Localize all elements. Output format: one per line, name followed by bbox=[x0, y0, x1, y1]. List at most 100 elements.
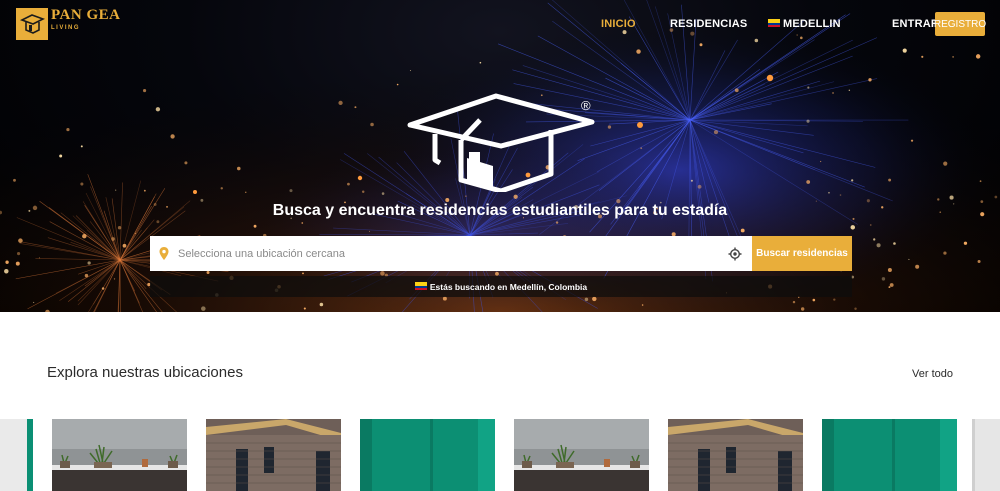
city-light bbox=[888, 286, 891, 289]
search-location-notice: Estás buscando en Medellín, Colombia bbox=[150, 276, 852, 297]
location-card-image bbox=[206, 419, 341, 491]
city-light bbox=[33, 301, 35, 303]
city-light bbox=[697, 184, 702, 189]
search-bar bbox=[150, 236, 752, 271]
city-light bbox=[184, 161, 188, 165]
location-card[interactable] bbox=[514, 419, 649, 491]
city-light bbox=[479, 61, 482, 64]
brand-name: PAN GEA bbox=[51, 7, 121, 23]
city-light bbox=[937, 198, 940, 201]
city-light bbox=[806, 119, 810, 123]
view-all-link[interactable]: Ver todo bbox=[912, 368, 953, 380]
location-card[interactable] bbox=[668, 419, 803, 491]
city-light bbox=[245, 191, 247, 193]
city-light bbox=[881, 277, 886, 281]
city-light bbox=[155, 107, 161, 112]
location-pin-icon bbox=[159, 247, 169, 260]
city-light bbox=[338, 100, 343, 105]
location-card-partial-left[interactable] bbox=[0, 419, 33, 491]
location-card[interactable] bbox=[822, 419, 957, 491]
firework-glow bbox=[193, 190, 197, 194]
city-light bbox=[994, 195, 998, 199]
city-light bbox=[82, 234, 87, 239]
city-light bbox=[303, 307, 306, 310]
city-light bbox=[888, 178, 892, 182]
firework-glow bbox=[637, 122, 643, 128]
login-link[interactable]: ENTRAR bbox=[892, 18, 939, 30]
nav-city-selector[interactable]: MEDELLIN bbox=[768, 18, 841, 30]
city-light bbox=[111, 237, 115, 241]
city-light bbox=[832, 91, 834, 94]
city-light bbox=[5, 260, 9, 264]
city-light bbox=[66, 127, 70, 132]
city-light bbox=[370, 122, 374, 127]
city-light bbox=[38, 257, 40, 259]
city-light bbox=[792, 300, 796, 304]
location-card-image bbox=[668, 419, 803, 491]
hero-headline: Busca y encuentra residencias estudianti… bbox=[272, 202, 728, 219]
city-light bbox=[828, 191, 830, 194]
search-residences-button[interactable]: Buscar residencias bbox=[752, 236, 852, 271]
city-light bbox=[143, 89, 147, 93]
location-card-image bbox=[52, 419, 187, 491]
city-light bbox=[170, 134, 175, 139]
city-light bbox=[206, 271, 210, 275]
city-light bbox=[289, 189, 293, 193]
city-light bbox=[13, 178, 16, 182]
city-light bbox=[640, 147, 643, 150]
city-light bbox=[87, 261, 91, 265]
location-search-input[interactable] bbox=[178, 236, 718, 271]
city-light bbox=[80, 182, 84, 186]
location-card-image bbox=[360, 419, 495, 491]
city-light bbox=[301, 222, 304, 224]
city-light bbox=[979, 180, 982, 183]
city-light bbox=[873, 238, 876, 241]
location-card[interactable] bbox=[206, 419, 341, 491]
city-light bbox=[636, 49, 641, 54]
firework-glow bbox=[357, 175, 363, 181]
city-light bbox=[910, 139, 914, 142]
city-light bbox=[236, 166, 241, 171]
location-card[interactable] bbox=[360, 419, 495, 491]
city-light bbox=[347, 182, 350, 186]
brand-subtitle: LIVING bbox=[51, 25, 81, 31]
city-light bbox=[734, 88, 739, 93]
city-light bbox=[15, 261, 20, 266]
colombia-flag-icon bbox=[414, 281, 427, 290]
nav-link-residencias[interactable]: RESIDENCIAS bbox=[670, 18, 747, 30]
city-light bbox=[713, 130, 719, 135]
city-light bbox=[854, 307, 857, 311]
city-light bbox=[113, 278, 116, 280]
city-light bbox=[851, 179, 854, 182]
city-light bbox=[220, 187, 223, 190]
city-light bbox=[807, 86, 810, 89]
city-light bbox=[740, 228, 745, 233]
city-light bbox=[975, 54, 981, 59]
register-button[interactable]: REGISTRO bbox=[934, 12, 986, 36]
locations-section-title: Explora nuestras ubicaciones bbox=[47, 364, 243, 381]
city-light bbox=[134, 232, 137, 234]
city-light bbox=[17, 252, 21, 256]
city-light bbox=[887, 268, 892, 273]
city-light bbox=[943, 251, 947, 255]
nav-link-inicio[interactable]: INICIO bbox=[601, 18, 636, 30]
city-light bbox=[396, 83, 399, 86]
city-light bbox=[949, 195, 954, 200]
city-light bbox=[361, 190, 365, 193]
city-light bbox=[833, 298, 836, 301]
city-light bbox=[902, 48, 907, 53]
city-light bbox=[869, 224, 872, 226]
city-light bbox=[101, 287, 105, 290]
location-card-image bbox=[822, 419, 957, 491]
city-light bbox=[977, 260, 981, 264]
city-light bbox=[302, 272, 304, 275]
location-card[interactable] bbox=[52, 419, 187, 491]
city-light bbox=[156, 220, 160, 224]
current-location-icon[interactable] bbox=[728, 247, 742, 261]
city-light bbox=[319, 302, 324, 307]
city-light bbox=[943, 161, 948, 166]
city-light bbox=[607, 125, 612, 129]
location-card-partial-right[interactable] bbox=[972, 419, 1000, 491]
pangea-logo[interactable]: PAN GEA LIVING bbox=[16, 8, 120, 40]
city-light bbox=[143, 189, 146, 192]
